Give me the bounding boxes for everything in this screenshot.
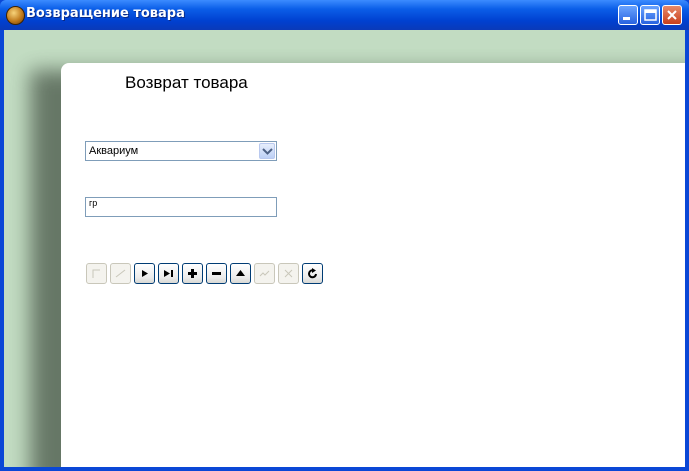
prior-record-icon (115, 269, 126, 278)
next-record-icon (142, 270, 148, 277)
close-button[interactable] (662, 5, 682, 25)
up-triangle-icon (236, 270, 245, 276)
window-title: Возвращение товара (26, 6, 185, 21)
nav-first-button[interactable] (86, 263, 107, 284)
plus-icon (188, 269, 197, 278)
nav-last-button[interactable] (158, 263, 179, 284)
main-window: Возвращение товара Возврат товара Аквари… (0, 0, 689, 471)
combo-dropdown-button[interactable] (259, 143, 275, 159)
minimize-icon (623, 17, 630, 20)
nav-delete-button[interactable] (206, 263, 227, 284)
nav-insert-button[interactable] (182, 263, 203, 284)
department-combo-value: Аквариум (89, 145, 139, 157)
page-title: Возврат товара (125, 73, 248, 92)
chevron-down-icon (262, 148, 273, 155)
department-combo[interactable]: Аквариум (85, 141, 277, 161)
nav-cancel-button[interactable] (278, 263, 299, 284)
minimize-button[interactable] (618, 5, 638, 25)
cancel-icon (284, 269, 293, 278)
minus-icon (212, 272, 221, 275)
nav-post-button[interactable] (254, 263, 275, 284)
first-record-icon (92, 269, 100, 278)
last-record-icon (164, 270, 173, 277)
nav-next-button[interactable] (134, 263, 155, 284)
check-icon (259, 270, 270, 277)
nav-prior-button[interactable] (110, 263, 131, 284)
nav-edit-button[interactable] (230, 263, 251, 284)
maximize-button[interactable] (640, 5, 660, 25)
app-icon[interactable] (6, 6, 25, 25)
maximize-icon (644, 9, 657, 21)
text-field-value: гр (89, 198, 98, 208)
client-area: Возврат товара Аквариум гр (4, 30, 685, 467)
nav-refresh-button[interactable] (302, 263, 323, 284)
close-icon (667, 10, 677, 20)
text-field[interactable]: гр (85, 197, 277, 217)
title-bar[interactable]: Возвращение товара (0, 0, 689, 30)
refresh-icon (308, 268, 317, 279)
